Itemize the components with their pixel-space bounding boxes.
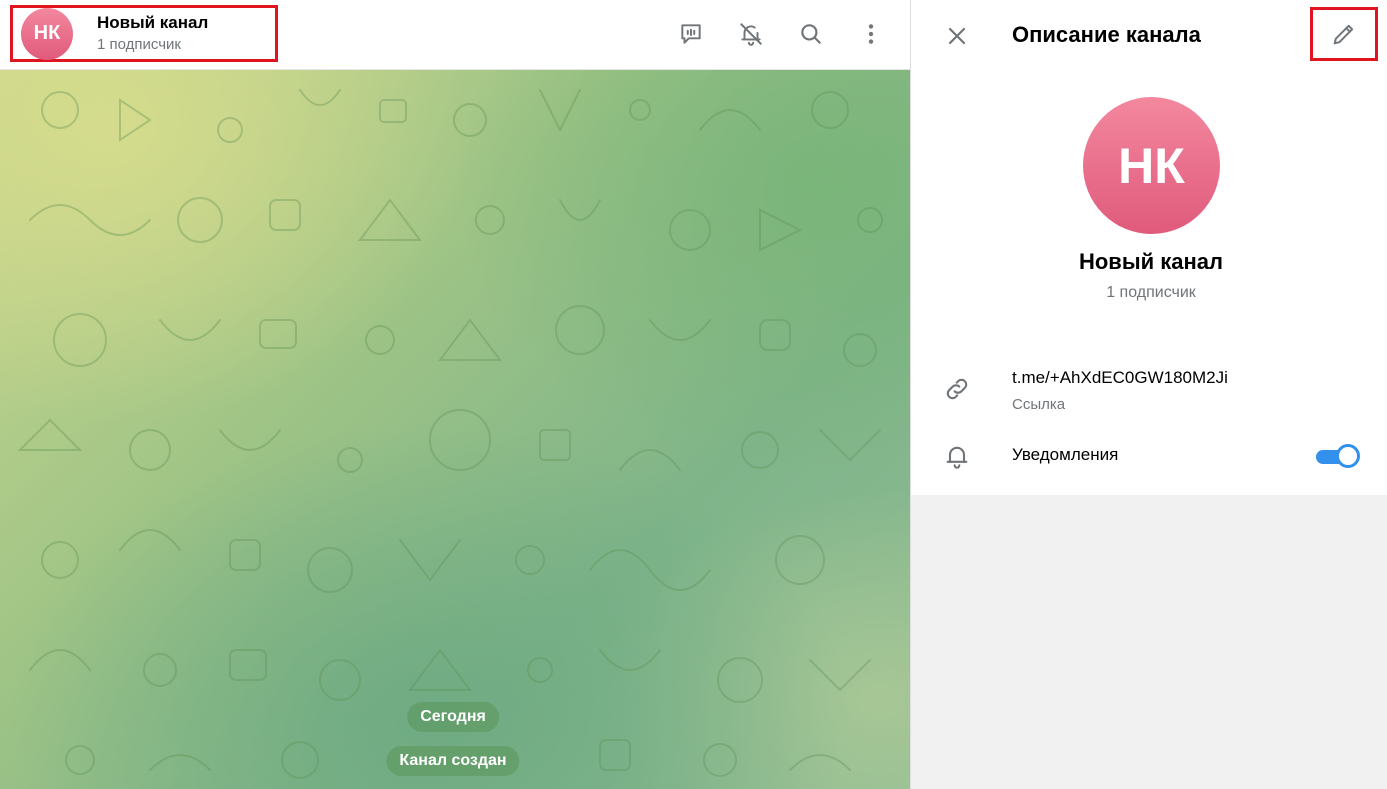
- channel-info-card: Описание канала НК Новый канал 1 подписч…: [911, 0, 1387, 495]
- date-pill: Сегодня: [407, 702, 499, 732]
- channel-avatar-large[interactable]: НК: [1083, 97, 1220, 234]
- live-stream-button[interactable]: [672, 15, 710, 53]
- channel-subscriber-count: 1 подписчик: [1106, 284, 1196, 301]
- mute-icon: [740, 23, 762, 46]
- notifications-row[interactable]: Уведомления: [911, 436, 1387, 476]
- mute-button[interactable]: [732, 15, 770, 53]
- service-message: Канал создан: [386, 746, 520, 776]
- invite-link-row[interactable]: t.me/+AhXdEC0GW180M2Ji Ссылка: [911, 364, 1387, 420]
- notifications-toggle[interactable]: [1316, 444, 1360, 468]
- close-icon: [948, 27, 966, 45]
- chat-title: Новый канал: [97, 12, 209, 32]
- bell-icon: [941, 440, 973, 472]
- chat-header: НК Новый канал 1 подписчик: [0, 0, 910, 70]
- channel-avatar[interactable]: НК: [21, 7, 73, 60]
- chat-background-pattern: [17, 89, 883, 779]
- panel-header: Описание канала: [911, 0, 1387, 70]
- pencil-icon: [1333, 24, 1354, 45]
- header-actions: [672, 15, 890, 53]
- invite-link: t.me/+AhXdEC0GW180M2Ji: [1012, 368, 1228, 387]
- close-button[interactable]: [938, 17, 976, 55]
- channel-name: Новый канал: [1078, 249, 1224, 274]
- invite-link-label: Ссылка: [1012, 396, 1066, 413]
- link-icon: [941, 373, 973, 405]
- avatar-initials: НК: [33, 22, 61, 44]
- more-icon: [868, 24, 874, 44]
- chat-subscriber-count: 1 подписчик: [97, 35, 181, 53]
- panel-title: Описание канала: [1012, 22, 1201, 47]
- more-button[interactable]: [852, 15, 890, 53]
- live-stream-icon: [681, 24, 701, 44]
- channel-info-panel: Описание канала НК Новый канал 1 подписч…: [910, 0, 1387, 789]
- search-icon: [801, 24, 821, 44]
- chat-area: НК Новый канал 1 подписчик Сегодня Канал…: [0, 0, 910, 789]
- avatar-initials: НК: [1118, 137, 1185, 194]
- toggle-knob: [1336, 444, 1360, 468]
- chat-title-area[interactable]: НК Новый канал 1 подписчик: [10, 5, 278, 62]
- notifications-label: Уведомления: [1012, 445, 1119, 464]
- search-button[interactable]: [792, 15, 830, 53]
- edit-button[interactable]: [1310, 7, 1378, 61]
